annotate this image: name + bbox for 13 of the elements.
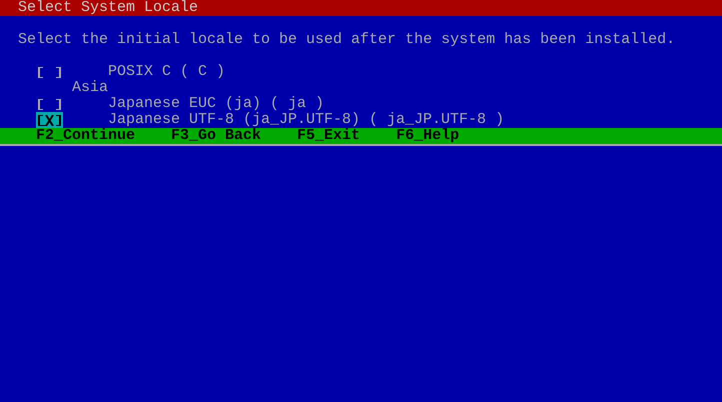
locale-option-label: Japanese UTF-8 (ja_JP.UTF-8) ( ja_JP.UTF-8 ) bbox=[108, 112, 504, 128]
locale-option-label: Japanese EUC (ja) ( ja ) bbox=[108, 96, 324, 112]
function-key-hint[interactable]: F6_Help bbox=[396, 128, 460, 144]
checkbox[interactable] bbox=[36, 64, 63, 80]
function-key-hint[interactable]: F2_Continue bbox=[36, 128, 136, 144]
window-title: Select System Locale bbox=[18, 0, 198, 16]
checkbox[interactable] bbox=[36, 96, 63, 112]
locale-option-label: POSIX C ( C ) bbox=[108, 64, 226, 80]
function-key-hint[interactable]: F3_Go Back bbox=[171, 128, 262, 144]
checkbox[interactable] bbox=[36, 112, 63, 128]
function-key-hint[interactable]: F5_Exit bbox=[297, 128, 360, 144]
group-heading: Asia bbox=[72, 80, 108, 96]
instruction-text: Select the initial locale to be used after the system has been installed. bbox=[17, 32, 676, 48]
